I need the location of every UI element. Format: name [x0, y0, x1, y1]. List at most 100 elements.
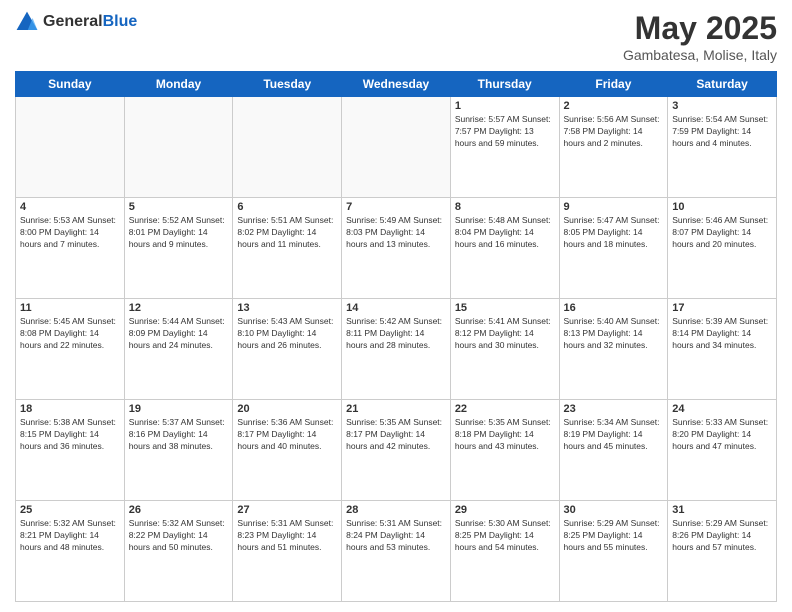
day-number: 19: [129, 403, 229, 415]
day-number: 27: [237, 504, 337, 516]
day-number: 7: [346, 201, 446, 213]
table-row: 23 Sunrise: 5:34 AM Sunset: 8:19 PM Dayli…: [559, 400, 668, 501]
day-info: Sunrise: 5:32 AM Sunset: 8:21 PM Dayligh…: [20, 518, 120, 554]
day-info: Sunrise: 5:37 AM Sunset: 8:16 PM Dayligh…: [129, 417, 229, 453]
col-saturday: Saturday: [668, 72, 777, 97]
day-number: 23: [564, 403, 664, 415]
day-info: Sunrise: 5:32 AM Sunset: 8:22 PM Dayligh…: [129, 518, 229, 554]
day-number: 24: [672, 403, 772, 415]
day-number: 11: [20, 302, 120, 314]
table-row: 12 Sunrise: 5:44 AM Sunset: 8:09 PM Dayli…: [124, 299, 233, 400]
day-number: 14: [346, 302, 446, 314]
table-row: 31 Sunrise: 5:29 AM Sunset: 8:26 PM Dayli…: [668, 501, 777, 602]
table-row: 8Sunrise: 5:48 AM Sunset: 8:04 PM Daylig…: [450, 198, 559, 299]
day-number: 31: [672, 504, 772, 516]
table-row: 20Sunrise: 5:36 AM Sunset: 8:17 PM Dayli…: [233, 400, 342, 501]
day-number: 29: [455, 504, 555, 516]
table-row: 26Sunrise: 5:32 AM Sunset: 8:22 PM Dayli…: [124, 501, 233, 602]
table-row: 5 Sunrise: 5:52 AM Sunset: 8:01 PM Daylig…: [124, 198, 233, 299]
calendar-week-row: 1 Sunrise: 5:57 AM Sunset: 7:57 PM Daylig…: [16, 97, 777, 198]
day-info: Sunrise: 5:47 AM Sunset: 8:05 PM Dayligh…: [564, 215, 664, 251]
col-thursday: Thursday: [450, 72, 559, 97]
day-info: Sunrise: 5:36 AM Sunset: 8:17 PM Dayligh…: [237, 417, 337, 453]
table-row: [124, 97, 233, 198]
header: GeneralBlue May 2025 Gambatesa, Molise, …: [15, 10, 777, 63]
day-number: 2: [564, 100, 664, 112]
day-info: Sunrise: 5:35 AM Sunset: 8:17 PM Dayligh…: [346, 417, 446, 453]
col-tuesday: Tuesday: [233, 72, 342, 97]
day-info: Sunrise: 5:40 AM Sunset: 8:13 PM Dayligh…: [564, 316, 664, 352]
table-row: 11 Sunrise: 5:45 AM Sunset: 8:08 PM Dayli…: [16, 299, 125, 400]
day-info: Sunrise: 5:31 AM Sunset: 8:23 PM Dayligh…: [237, 518, 337, 554]
day-info: Sunrise: 5:51 AM Sunset: 8:02 PM Dayligh…: [237, 215, 337, 251]
calendar-week-row: 4 Sunrise: 5:53 AM Sunset: 8:00 PM Daylig…: [16, 198, 777, 299]
day-info: Sunrise: 5:39 AM Sunset: 8:14 PM Dayligh…: [672, 316, 772, 352]
day-number: 10: [672, 201, 772, 213]
day-number: 6: [237, 201, 337, 213]
day-number: 13: [237, 302, 337, 314]
table-row: [342, 97, 451, 198]
table-row: 1 Sunrise: 5:57 AM Sunset: 7:57 PM Daylig…: [450, 97, 559, 198]
table-row: 7 Sunrise: 5:49 AM Sunset: 8:03 PM Daylig…: [342, 198, 451, 299]
table-row: 6 Sunrise: 5:51 AM Sunset: 8:02 PM Daylig…: [233, 198, 342, 299]
day-info: Sunrise: 5:57 AM Sunset: 7:57 PM Dayligh…: [455, 114, 555, 150]
day-number: 18: [20, 403, 120, 415]
logo-blue: Blue: [103, 13, 138, 30]
col-monday: Monday: [124, 72, 233, 97]
table-row: 27 Sunrise: 5:31 AM Sunset: 8:23 PM Dayli…: [233, 501, 342, 602]
day-number: 5: [129, 201, 229, 213]
day-info: Sunrise: 5:42 AM Sunset: 8:11 PM Dayligh…: [346, 316, 446, 352]
table-row: 25 Sunrise: 5:32 AM Sunset: 8:21 PM Dayli…: [16, 501, 125, 602]
calendar-week-row: 25 Sunrise: 5:32 AM Sunset: 8:21 PM Dayli…: [16, 501, 777, 602]
table-row: 22Sunrise: 5:35 AM Sunset: 8:18 PM Dayli…: [450, 400, 559, 501]
col-sunday: Sunday: [16, 72, 125, 97]
day-number: 30: [564, 504, 664, 516]
day-info: Sunrise: 5:53 AM Sunset: 8:00 PM Dayligh…: [20, 215, 120, 251]
day-number: 25: [20, 504, 120, 516]
table-row: 19 Sunrise: 5:37 AM Sunset: 8:16 PM Dayli…: [124, 400, 233, 501]
day-info: Sunrise: 5:41 AM Sunset: 8:12 PM Dayligh…: [455, 316, 555, 352]
table-row: 17 Sunrise: 5:39 AM Sunset: 8:14 PM Dayli…: [668, 299, 777, 400]
col-friday: Friday: [559, 72, 668, 97]
day-info: Sunrise: 5:52 AM Sunset: 8:01 PM Dayligh…: [129, 215, 229, 251]
day-info: Sunrise: 5:56 AM Sunset: 7:58 PM Dayligh…: [564, 114, 664, 150]
page: GeneralBlue May 2025 Gambatesa, Molise, …: [0, 0, 792, 612]
table-row: 29 Sunrise: 5:30 AM Sunset: 8:25 PM Dayli…: [450, 501, 559, 602]
day-number: 12: [129, 302, 229, 314]
day-info: Sunrise: 5:48 AM Sunset: 8:04 PM Dayligh…: [455, 215, 555, 251]
day-info: Sunrise: 5:30 AM Sunset: 8:25 PM Dayligh…: [455, 518, 555, 554]
day-info: Sunrise: 5:45 AM Sunset: 8:08 PM Dayligh…: [20, 316, 120, 352]
day-info: Sunrise: 5:44 AM Sunset: 8:09 PM Dayligh…: [129, 316, 229, 352]
table-row: 28 Sunrise: 5:31 AM Sunset: 8:24 PM Dayli…: [342, 501, 451, 602]
col-wednesday: Wednesday: [342, 72, 451, 97]
day-info: Sunrise: 5:35 AM Sunset: 8:18 PM Dayligh…: [455, 417, 555, 453]
day-number: 21: [346, 403, 446, 415]
day-info: Sunrise: 5:49 AM Sunset: 8:03 PM Dayligh…: [346, 215, 446, 251]
table-row: 15 Sunrise: 5:41 AM Sunset: 8:12 PM Dayli…: [450, 299, 559, 400]
table-row: 9 Sunrise: 5:47 AM Sunset: 8:05 PM Daylig…: [559, 198, 668, 299]
table-row: 4 Sunrise: 5:53 AM Sunset: 8:00 PM Daylig…: [16, 198, 125, 299]
table-row: 14 Sunrise: 5:42 AM Sunset: 8:11 PM Dayli…: [342, 299, 451, 400]
title-location: Gambatesa, Molise, Italy: [623, 47, 777, 63]
day-info: Sunrise: 5:34 AM Sunset: 8:19 PM Dayligh…: [564, 417, 664, 453]
day-info: Sunrise: 5:29 AM Sunset: 8:26 PM Dayligh…: [672, 518, 772, 554]
day-number: 9: [564, 201, 664, 213]
day-info: Sunrise: 5:46 AM Sunset: 8:07 PM Dayligh…: [672, 215, 772, 251]
calendar-week-row: 18 Sunrise: 5:38 AM Sunset: 8:15 PM Dayli…: [16, 400, 777, 501]
day-number: 15: [455, 302, 555, 314]
logo: GeneralBlue: [15, 10, 137, 34]
table-row: 10 Sunrise: 5:46 AM Sunset: 8:07 PM Dayli…: [668, 198, 777, 299]
table-row: 13Sunrise: 5:43 AM Sunset: 8:10 PM Dayli…: [233, 299, 342, 400]
day-info: Sunrise: 5:29 AM Sunset: 8:25 PM Dayligh…: [564, 518, 664, 554]
day-info: Sunrise: 5:38 AM Sunset: 8:15 PM Dayligh…: [20, 417, 120, 453]
day-info: Sunrise: 5:31 AM Sunset: 8:24 PM Dayligh…: [346, 518, 446, 554]
day-number: 4: [20, 201, 120, 213]
day-number: 17: [672, 302, 772, 314]
title-month: May 2025: [623, 10, 777, 47]
table-row: 16Sunrise: 5:40 AM Sunset: 8:13 PM Dayli…: [559, 299, 668, 400]
calendar-week-row: 11 Sunrise: 5:45 AM Sunset: 8:08 PM Dayli…: [16, 299, 777, 400]
table-row: 18 Sunrise: 5:38 AM Sunset: 8:15 PM Dayli…: [16, 400, 125, 501]
day-number: 28: [346, 504, 446, 516]
day-info: Sunrise: 5:33 AM Sunset: 8:20 PM Dayligh…: [672, 417, 772, 453]
day-number: 1: [455, 100, 555, 112]
